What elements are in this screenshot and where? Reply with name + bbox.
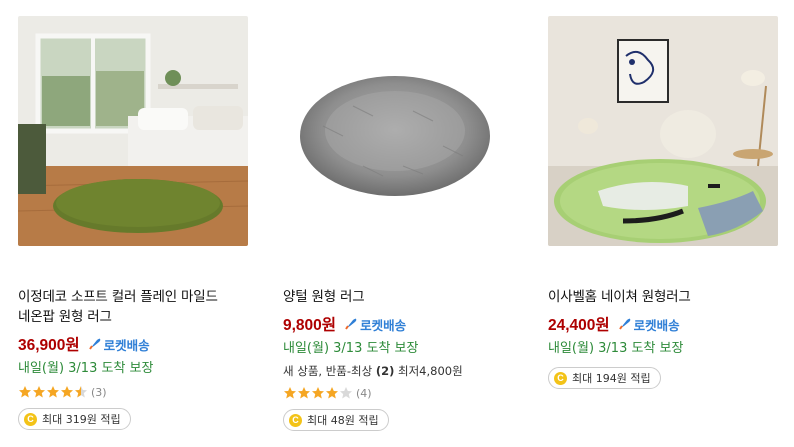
- rocket-delivery-badge: 로켓배송: [344, 315, 406, 334]
- coin-icon: C: [24, 412, 37, 426]
- rocket-delivery-badge: 로켓배송: [618, 315, 680, 334]
- rating-stars: [283, 386, 353, 400]
- star-icon: [326, 387, 338, 399]
- half-star-icon: [75, 386, 87, 398]
- used-product-lowest-price: 최저4,800원: [394, 364, 463, 378]
- product-price: 36,900원: [18, 337, 80, 354]
- used-product-count: (2): [375, 364, 395, 378]
- cashback-label: 최대 48원 적립: [307, 414, 379, 427]
- product-name-line: 네온팝 원형 러그: [18, 309, 112, 325]
- rocket-label: 로켓배송: [360, 317, 407, 333]
- product-name[interactable]: 이사벨홈 네이쳐 원형러그: [548, 287, 778, 307]
- cashback-badge: C 최대 319원 적립: [18, 408, 131, 430]
- rating: (4): [283, 385, 513, 401]
- star-icon: [33, 386, 45, 398]
- product-name-line: 양털 원형 러그: [283, 289, 365, 305]
- star-icon: [298, 387, 310, 399]
- product-name-line: 이정데코 소프트 컬러 플레인 마일드: [18, 289, 218, 305]
- price-row: 36,900원 로켓배송: [18, 333, 248, 355]
- review-count: (3): [91, 385, 107, 399]
- product-image[interactable]: [548, 16, 778, 246]
- cashback-badge: C 최대 48원 적립: [283, 409, 389, 431]
- star-icon: [284, 387, 296, 399]
- rocket-label: 로켓배송: [103, 337, 150, 353]
- rocket-label: 로켓배송: [633, 317, 680, 333]
- rocket-icon: [345, 318, 357, 330]
- cashback-label: 최대 194원 적립: [572, 372, 651, 385]
- star-icon: [47, 386, 59, 398]
- used-product-info[interactable]: 새 상품, 반품-최상 (2) 최저4,800원: [283, 363, 513, 379]
- used-product-label: 새 상품, 반품-최상: [283, 364, 376, 378]
- product-name[interactable]: 양털 원형 러그: [283, 287, 513, 307]
- rocket-delivery-badge: 로켓배송: [88, 335, 150, 354]
- product-price: 24,400원: [548, 317, 610, 334]
- rocket-icon: [88, 338, 101, 350]
- delivery-guarantee: 내일(월) 3/13 도착 보장: [548, 341, 684, 356]
- empty-star-icon: [340, 387, 352, 399]
- product-name-line: 이사벨홈 네이쳐 원형러그: [548, 289, 691, 305]
- cashback-label: 최대 319원 적립: [42, 413, 121, 426]
- product-name[interactable]: 이정데코 소프트 컬러 플레인 마일드 네온팝 원형 러그: [18, 287, 248, 327]
- price-row: 24,400원 로켓배송: [548, 313, 778, 335]
- product-price: 9,800원: [283, 317, 337, 334]
- cashback-badge: C 최대 194원 적립: [548, 367, 661, 389]
- price-row: 9,800원 로켓배송: [283, 313, 513, 335]
- delivery-guarantee: 내일(월) 3/13 도착 보장: [283, 341, 419, 356]
- rocket-icon: [618, 318, 631, 330]
- product-card[interactable]: 이정데코 소프트 컬러 플레인 마일드 네온팝 원형 러그 36,900원 로켓…: [18, 16, 248, 430]
- star-icon: [19, 386, 31, 398]
- star-icon: [61, 386, 73, 398]
- coin-icon: C: [289, 413, 302, 427]
- product-image[interactable]: [18, 16, 248, 246]
- delivery-guarantee: 내일(월) 3/13 도착 보장: [18, 361, 154, 376]
- rating: (3): [18, 384, 248, 400]
- star-icon: [312, 387, 324, 399]
- product-card[interactable]: 양털 원형 러그 9,800원 로켓배송 내일(월) 3/13 도착 보장 새 …: [283, 16, 513, 431]
- coin-icon: C: [554, 371, 567, 385]
- rating-stars: [18, 385, 88, 399]
- product-image[interactable]: [283, 16, 513, 246]
- review-count: (4): [356, 386, 372, 400]
- product-card[interactable]: 이사벨홈 네이쳐 원형러그 24,400원 로켓배송 내일(월) 3/13 도착…: [548, 16, 778, 389]
